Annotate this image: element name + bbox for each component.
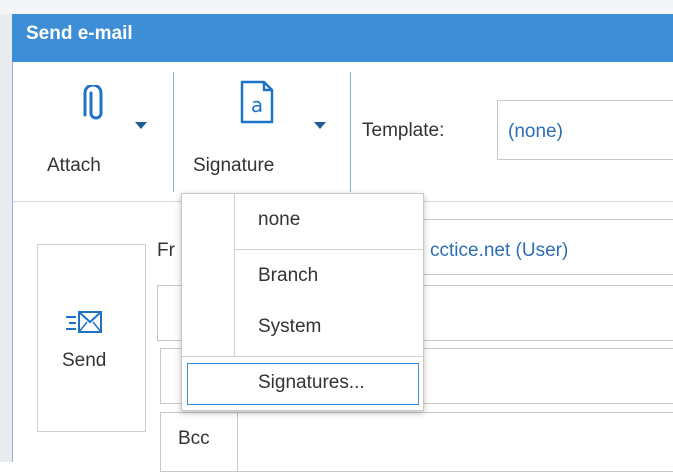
svg-text:a: a bbox=[251, 93, 263, 117]
attach-label: Attach bbox=[47, 155, 101, 176]
template-select[interactable]: (none) bbox=[497, 100, 673, 160]
paperclip-icon bbox=[83, 85, 103, 120]
dialog-title: Send e-mail bbox=[26, 23, 133, 44]
from-label: Fr bbox=[157, 240, 175, 261]
signature-dropdown-caret-icon[interactable] bbox=[314, 122, 326, 129]
menu-item-system[interactable]: System bbox=[258, 316, 321, 338]
toolbar-divider bbox=[173, 72, 174, 192]
from-value: cctice.net (User) bbox=[430, 240, 569, 261]
menu-gutter-divider bbox=[234, 194, 235, 356]
bcc-label: Bcc bbox=[178, 428, 210, 449]
background-area-left bbox=[0, 14, 12, 462]
menu-item-none[interactable]: none bbox=[258, 209, 300, 231]
template-label: Template: bbox=[362, 120, 445, 141]
menu-item-signatures[interactable]: Signatures... bbox=[258, 372, 365, 394]
document-a-icon: a bbox=[240, 80, 274, 124]
send-button[interactable] bbox=[37, 244, 146, 432]
signature-label: Signature bbox=[193, 155, 275, 176]
send-label: Send bbox=[62, 350, 107, 371]
menu-separator bbox=[235, 249, 423, 250]
attach-dropdown-caret-icon[interactable] bbox=[135, 122, 147, 129]
toolbar-divider bbox=[350, 72, 351, 192]
background-area bbox=[0, 0, 673, 14]
menu-separator bbox=[182, 356, 423, 357]
envelope-send-icon bbox=[66, 311, 102, 333]
menu-item-branch[interactable]: Branch bbox=[258, 265, 318, 287]
